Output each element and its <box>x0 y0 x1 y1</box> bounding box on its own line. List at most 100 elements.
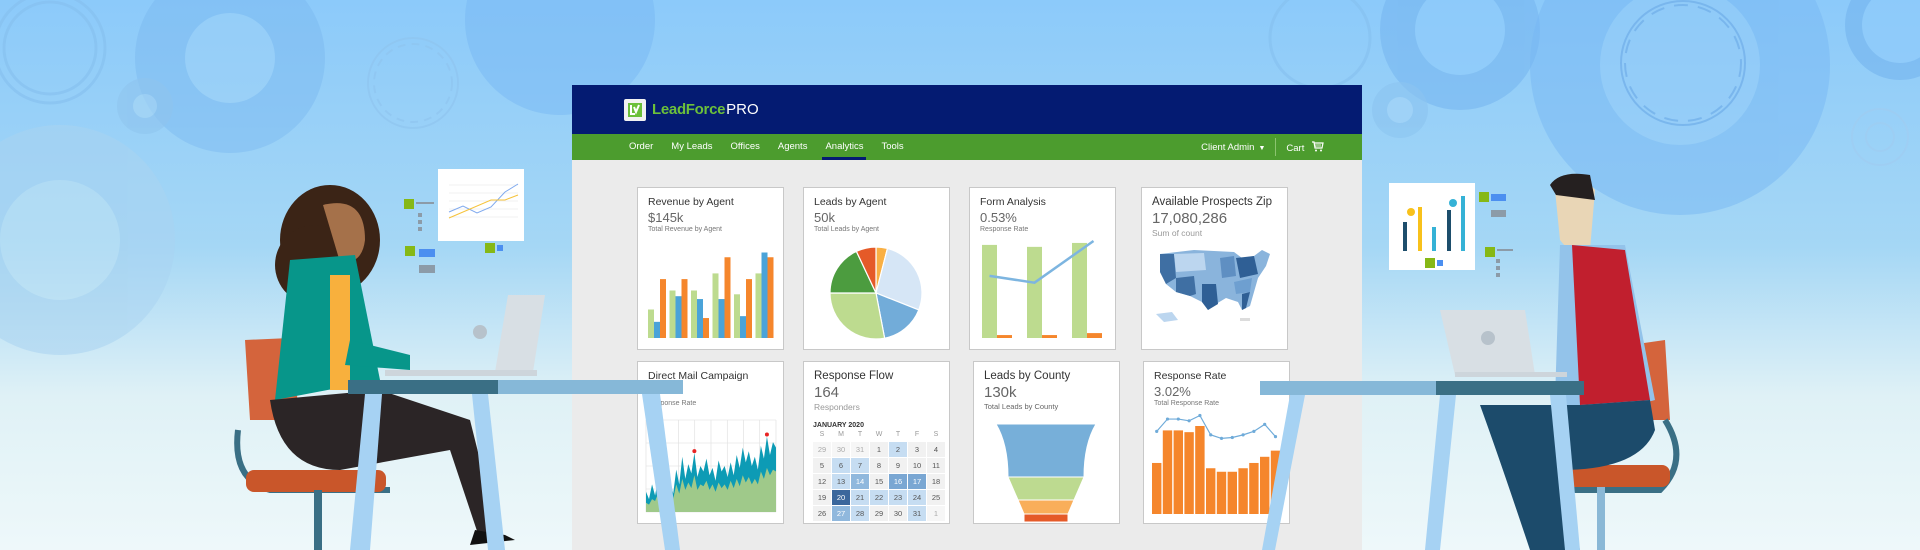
bar-green <box>1072 242 1087 338</box>
bar <box>1173 430 1183 514</box>
line-point <box>1219 436 1224 440</box>
dashed-gear-icon <box>367 37 459 129</box>
client-admin-menu[interactable]: Client Admin ▼ <box>1201 142 1265 153</box>
pie-slice-lightgreen <box>829 292 886 340</box>
calendar-day[interactable]: 24 <box>908 490 926 505</box>
calendar-day[interactable]: 31 <box>851 442 869 457</box>
nav-divider <box>1275 138 1277 156</box>
bar <box>1238 468 1248 514</box>
calendar-day[interactable]: 3 <box>908 442 926 457</box>
county-funnel-chart <box>995 423 1097 523</box>
calendar-day[interactable]: 7 <box>851 458 869 473</box>
calendar-day[interactable]: 5 <box>813 458 831 473</box>
cart-button[interactable]: Cart <box>1286 140 1324 154</box>
gear-outline-icon <box>1268 0 1372 90</box>
card-subtitle: Responders <box>814 402 860 412</box>
card-response-flow[interactable]: Response Flow 164 Responders JANUARY 202… <box>803 361 950 524</box>
calendar-day[interactable]: 30 <box>889 506 907 521</box>
bar-green <box>755 273 762 338</box>
calendar-day[interactable]: 15 <box>870 474 888 489</box>
calendar-day[interactable]: 11 <box>927 458 945 473</box>
form-analysis-chart <box>982 239 1102 338</box>
calendar-day[interactable]: 21 <box>851 490 869 505</box>
card-title: Response Flow <box>814 370 894 382</box>
calendar-day[interactable]: 25 <box>927 490 945 505</box>
calendar-day[interactable]: 10 <box>908 458 926 473</box>
nav-order[interactable]: Order <box>629 134 653 160</box>
card-revenue-by-agent[interactable]: Revenue by Agent $145k Total Revenue by … <box>637 187 784 350</box>
calendar-day[interactable]: 31 <box>908 506 926 521</box>
calendar-day[interactable]: 17 <box>908 474 926 489</box>
calendar-day[interactable]: 2 <box>889 442 907 457</box>
gear-icon <box>135 0 325 153</box>
calendar-day[interactable]: 20 <box>832 490 850 505</box>
calendar-day[interactable]: 12 <box>813 474 831 489</box>
calendar-day[interactable]: 14 <box>851 474 869 489</box>
brand-name: LeadForce <box>652 101 726 118</box>
card-response-rate[interactable]: Response Rate 3.02% Total Response Rate <box>1143 361 1290 524</box>
calendar-day[interactable]: 18 <box>927 474 945 489</box>
card-available-prospects-zip[interactable]: Available Prospects Zip 17,080,286 Sum o… <box>1141 187 1288 350</box>
line-point <box>1176 417 1180 421</box>
calendar-day[interactable]: 9 <box>889 458 907 473</box>
calendar-day[interactable]: 30 <box>832 442 850 457</box>
calendar-day[interactable]: 26 <box>813 506 831 521</box>
calendar-day[interactable]: 1 <box>927 506 945 521</box>
calendar-heatmap: JANUARY 2020 S M T W T F S 29 30 31 1 2 3 4 5 6 7 8 9 10 11 1… <box>813 422 945 521</box>
bar <box>1206 468 1216 514</box>
bar <box>1260 456 1270 514</box>
card-leads-by-agent[interactable]: Leads by Agent 50k Total Leads by Agent <box>803 187 950 350</box>
calendar-day[interactable]: 1 <box>870 442 888 457</box>
calendar-day[interactable]: 29 <box>870 506 888 521</box>
revenue-bar-chart <box>648 252 774 338</box>
bar <box>1270 450 1281 514</box>
bar-orange <box>1042 335 1057 338</box>
nav-analytics[interactable]: Analytics <box>822 134 867 160</box>
nav-my-leads[interactable]: My Leads <box>671 134 712 160</box>
funnel-stage-yellow <box>1017 499 1075 515</box>
large-gear-icon <box>1530 0 1830 215</box>
calendar-day[interactable]: 28 <box>851 506 869 521</box>
calendar-day[interactable]: 8 <box>870 458 888 473</box>
calendar-day[interactable]: 19 <box>813 490 831 505</box>
calendar-day[interactable]: 4 <box>927 442 945 457</box>
response-rate-combo-chart <box>1152 413 1281 514</box>
bar-green <box>648 309 654 338</box>
bar-green <box>982 244 997 338</box>
bar-green <box>691 290 697 338</box>
leads-pie-chart <box>829 246 923 340</box>
nav-tools[interactable]: Tools <box>881 134 903 160</box>
calendar-day[interactable]: 6 <box>832 458 850 473</box>
calendar-day[interactable]: 22 <box>870 490 888 505</box>
bar-blue <box>675 296 682 338</box>
bar <box>1152 462 1162 514</box>
calendar-day[interactable]: 23 <box>889 490 907 505</box>
weekday-label: T <box>895 431 901 438</box>
card-direct-mail-campaign[interactable]: Direct Mail Campaign % Response Rate <box>637 361 784 524</box>
large-gear-icon <box>0 125 175 355</box>
line-point <box>1155 429 1159 433</box>
bar <box>1249 462 1259 514</box>
highlight-point <box>764 432 769 437</box>
funnel-stage-green <box>1007 476 1085 501</box>
bar <box>1216 471 1227 514</box>
card-leads-by-county[interactable]: Leads by County 130k Total Leads by Coun… <box>973 361 1120 524</box>
bar-orange <box>767 257 774 338</box>
gear-outline-icon <box>0 0 107 105</box>
nav-agents[interactable]: Agents <box>778 134 808 160</box>
funnel-stage-red <box>1023 513 1069 523</box>
map-region-southwest <box>1176 276 1196 296</box>
nav-right: Client Admin ▼ Cart <box>1201 134 1324 160</box>
calendar-day[interactable]: 27 <box>832 506 850 521</box>
card-form-analysis[interactable]: Form Analysis 0.53% Response Rate <box>969 187 1116 350</box>
calendar-day[interactable]: 29 <box>813 442 831 457</box>
card-value: 164 <box>814 384 840 401</box>
calendar-day[interactable]: 16 <box>889 474 907 489</box>
us-map-chart <box>1156 250 1270 322</box>
dashboard-window: LeadForce PRO Order My Leads Offices Age… <box>572 85 1362 550</box>
direct-mail-area-chart <box>645 419 777 513</box>
nav-offices[interactable]: Offices <box>730 134 759 160</box>
line-point <box>1230 435 1234 440</box>
calendar-day[interactable]: 13 <box>832 474 850 489</box>
leadforce-logo-icon[interactable] <box>624 98 646 121</box>
